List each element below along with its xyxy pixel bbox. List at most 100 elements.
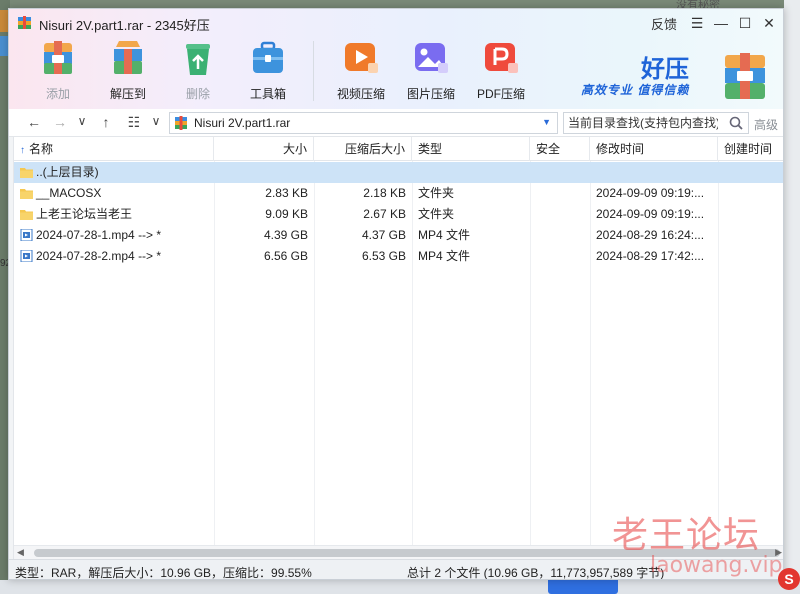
folder-icon	[20, 168, 33, 178]
cell-security	[530, 225, 590, 246]
cell-created	[718, 225, 783, 246]
brand-slogan: 高效专业 值得信赖	[581, 83, 690, 97]
toolbar-separator	[313, 41, 314, 101]
column-header-packed[interactable]: 压缩后大小	[314, 137, 412, 161]
pdf-compress-label: PDF压缩	[476, 87, 525, 101]
watermark-text: 老王论坛	[612, 515, 761, 556]
file-name: 2024-07-28-1.mp4 --> *	[36, 228, 162, 242]
folder-icon	[20, 189, 33, 199]
cell-packed: 4.37 GB	[361, 228, 406, 242]
scroll-left-icon[interactable]: ◀	[17, 547, 24, 558]
path-field[interactable]: Nisuri 2V.part1.rar ▼	[169, 112, 558, 134]
file-name: 上老王论坛当老王	[36, 207, 133, 221]
forward-button[interactable]: →	[49, 114, 71, 130]
desktop-bottom-strip	[0, 580, 800, 594]
view-mode-dropdown[interactable]: ∨	[145, 114, 167, 128]
cell-type: 文件夹	[418, 207, 455, 221]
window-controls: 反馈 ☰ — ☐ ✕	[643, 13, 781, 33]
cell-size: 2.83 KB	[265, 186, 308, 200]
desktop-right-strip	[784, 0, 800, 594]
cell-name: 2024-07-28-2.mp4 --> *	[14, 246, 214, 267]
search-field[interactable]	[563, 112, 749, 134]
column-header-security[interactable]: 安全	[530, 137, 590, 161]
add-archive-icon	[44, 41, 72, 74]
table-header: ↑ 名称 大小 压缩后大小 类型 安全 修改时间 创建时间	[14, 137, 783, 161]
cell-modified: 2024-09-09 09:19:...	[596, 207, 705, 221]
table-row[interactable]: 上老王论坛当老王 9.09 KB 2.67 KB 文件夹 2024-09-09 09:1…	[14, 204, 783, 225]
path-text: Nisuri 2V.part1.rar	[194, 116, 291, 130]
video-file-icon	[20, 250, 33, 262]
menu-icon[interactable]: ☰	[685, 13, 709, 33]
app-icon	[18, 16, 31, 29]
cell-name: __MACOSX	[14, 183, 214, 204]
file-name: 2024-07-28-2.mp4 --> *	[36, 249, 162, 263]
toolbox-button[interactable]: 工具箱	[233, 37, 303, 103]
table-row[interactable]: ..(上层目录)	[14, 162, 783, 183]
image-compress-button[interactable]: 图片压缩	[396, 37, 466, 103]
toolbox-icon	[253, 41, 283, 73]
delete-label: 删除	[185, 87, 210, 101]
pdf-compress-button[interactable]: PDF压缩	[466, 37, 536, 103]
feedback-button[interactable]: 反馈	[643, 13, 685, 33]
extract-icon	[114, 41, 142, 74]
cell-size	[214, 162, 314, 183]
cell-name: ..(上层目录)	[14, 162, 214, 183]
column-header-size[interactable]: 大小	[214, 137, 314, 161]
path-dropdown-icon[interactable]: ▼	[542, 117, 551, 127]
up-button[interactable]: ↑	[95, 114, 117, 130]
table-row[interactable]: __MACOSX 2.83 KB 2.18 KB 文件夹 2024-09-09 09:1…	[14, 183, 783, 204]
video-icon	[345, 43, 378, 73]
advanced-search-button[interactable]: 高级	[754, 116, 778, 133]
cell-type: MP4 文件	[418, 228, 471, 242]
cell-modified	[590, 162, 718, 183]
archive-info: 类型：RAR，解压后大小：10.96 GB，压缩比：99.55%	[15, 566, 312, 580]
cell-name: 2024-07-28-1.mp4 --> *	[14, 225, 214, 246]
column-header-created[interactable]: 创建时间	[718, 137, 783, 161]
back-button[interactable]: ←	[23, 114, 45, 130]
column-header-name[interactable]: ↑ 名称	[14, 137, 214, 161]
search-input[interactable]	[568, 115, 718, 131]
video-file-icon	[20, 229, 33, 241]
cell-created	[718, 246, 783, 267]
cell-size: 4.39 GB	[263, 228, 308, 242]
cell-security	[530, 183, 590, 204]
cell-modified: 2024-08-29 17:42:...	[596, 249, 705, 263]
cell-type	[412, 162, 530, 183]
cell-modified: 2024-09-09 09:19:...	[596, 186, 705, 200]
cell-modified: 2024-08-29 16:24:...	[596, 228, 705, 242]
history-dropdown[interactable]: ∨	[71, 114, 93, 128]
archive-window: Nisuri 2V.part1.rar - 2345好压 反馈 ☰ — ☐ ✕ …	[8, 8, 784, 580]
address-bar: ← → ∨ ↑ ☷ ∨ Nisuri 2V.part1.rar ▼ 高级	[9, 109, 783, 137]
cell-type: 文件夹	[418, 186, 455, 200]
cell-name: 上老王论坛当老王	[14, 204, 214, 225]
search-icon[interactable]	[728, 115, 744, 131]
cell-created	[718, 162, 783, 183]
brand-logo-icon	[725, 53, 765, 99]
title-bar: Nisuri 2V.part1.rar - 2345好压 反馈 ☰ — ☐ ✕ …	[9, 9, 783, 109]
add-button[interactable]: 添加	[23, 37, 93, 103]
recycle-icon	[186, 44, 210, 75]
minimize-icon[interactable]: —	[709, 13, 733, 33]
archive-icon	[175, 116, 187, 130]
column-header-type[interactable]: 类型	[412, 137, 530, 161]
toolbox-label: 工具箱	[249, 87, 286, 101]
view-mode-button[interactable]: ☷	[123, 114, 145, 131]
cell-type: MP4 文件	[418, 249, 471, 263]
window-title: Nisuri 2V.part1.rar - 2345好压	[39, 18, 210, 33]
close-icon[interactable]: ✕	[757, 13, 781, 33]
table-row[interactable]: 2024-07-28-2.mp4 --> * 6.56 GB 6.53 GB MP4 …	[14, 246, 783, 267]
maximize-icon[interactable]: ☐	[733, 13, 757, 33]
column-header-modified[interactable]: 修改时间	[590, 137, 718, 161]
brand-block: 好压 高效专业 值得信赖	[581, 49, 771, 103]
video-compress-label: 视频压缩	[336, 87, 385, 101]
image-icon	[415, 43, 448, 73]
cell-size: 9.09 KB	[265, 207, 308, 221]
cell-packed: 6.53 GB	[361, 249, 406, 263]
cell-security	[530, 204, 590, 225]
table-row[interactable]: 2024-07-28-1.mp4 --> * 4.39 GB 4.37 GB MP4 …	[14, 225, 783, 246]
column-header-name-label: 名称	[29, 142, 54, 156]
extract-button[interactable]: 解压到	[93, 37, 163, 103]
delete-button[interactable]: 删除	[163, 37, 233, 103]
cell-security	[530, 246, 590, 267]
video-compress-button[interactable]: 视频压缩	[326, 37, 396, 103]
